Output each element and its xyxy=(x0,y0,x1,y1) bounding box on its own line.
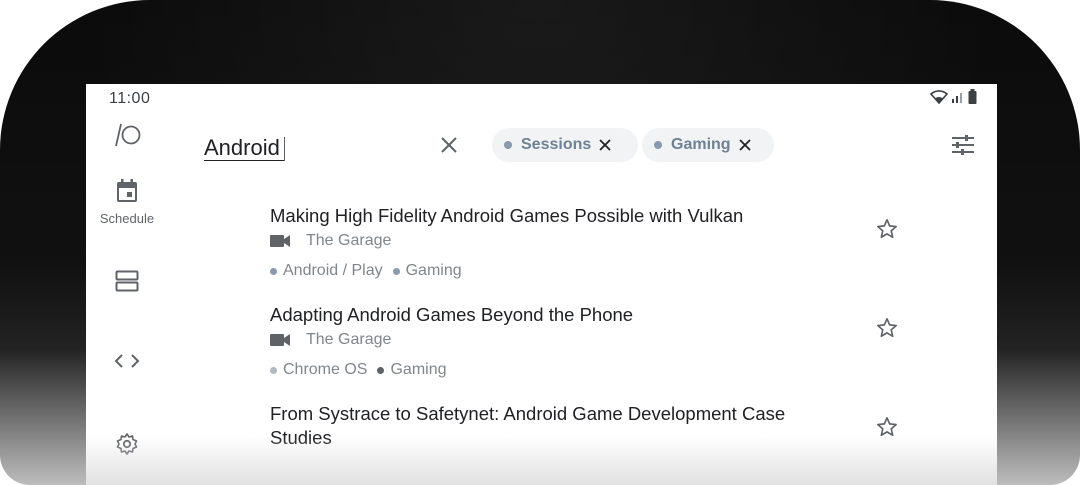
session-item[interactable]: From Systrace to Safetynet: Android Game… xyxy=(86,394,997,485)
filter-chip-gaming[interactable]: Gaming xyxy=(642,128,774,162)
session-room: The Garage xyxy=(270,232,391,250)
tag-dot xyxy=(392,267,400,275)
videocam-icon xyxy=(270,333,290,347)
device-frame: 11:00 Schedule Android Sessions Gaming M… xyxy=(0,0,1080,485)
session-tags: Chrome OS Gaming xyxy=(270,361,457,379)
session-room-label: The Garage xyxy=(306,331,392,348)
signal-icon xyxy=(951,90,965,109)
status-time: 11:00 xyxy=(109,90,151,107)
text-cursor xyxy=(284,137,285,161)
tag: Chrome OS xyxy=(270,361,367,379)
tune-icon xyxy=(951,134,975,161)
tag-dot xyxy=(270,267,277,275)
tag: Android / Play xyxy=(270,262,383,280)
tag-label: Gaming xyxy=(405,262,462,279)
session-title: From Systrace to Safetynet: Android Game… xyxy=(270,403,786,448)
tag-dot xyxy=(270,366,277,374)
chip-dot xyxy=(504,141,512,149)
status-bar: 11:00 xyxy=(86,84,997,112)
clear-search-button[interactable] xyxy=(436,134,462,160)
search-bar: Sessions Gaming xyxy=(204,120,984,176)
io-logo[interactable] xyxy=(86,122,168,153)
app-screen: 11:00 Schedule Android Sessions Gaming M… xyxy=(86,84,997,485)
chip-close-icon[interactable] xyxy=(738,139,751,151)
session-item[interactable]: Making High Fidelity Android Games Possi… xyxy=(86,196,997,295)
chip-label-gaming: Gaming xyxy=(671,136,731,153)
session-title: Adapting Android Games Beyond the Phone xyxy=(270,304,634,325)
status-icons xyxy=(929,89,977,109)
io-logo-icon xyxy=(112,122,142,153)
session-room: The Garage xyxy=(270,331,391,349)
close-icon xyxy=(440,136,458,159)
filter-button[interactable] xyxy=(948,132,978,162)
videocam-icon xyxy=(270,234,290,248)
wifi-icon xyxy=(929,89,949,109)
star-button[interactable] xyxy=(874,416,900,442)
session-title: Making High Fidelity Android Games Possi… xyxy=(270,205,744,226)
session-tags: Android / Play Gaming xyxy=(270,262,472,280)
tag: Gaming xyxy=(377,361,447,379)
star-outline-icon xyxy=(876,416,898,443)
tag-label: Android / Play xyxy=(283,262,383,279)
chip-label-sessions: Sessions xyxy=(521,136,592,153)
star-button[interactable] xyxy=(874,317,900,343)
tag-dot xyxy=(377,366,385,374)
star-outline-icon xyxy=(876,317,898,344)
star-outline-icon xyxy=(876,218,898,245)
session-item[interactable]: Adapting Android Games Beyond the Phone … xyxy=(86,295,997,394)
filter-chip-sessions[interactable]: Sessions xyxy=(492,128,638,162)
chip-dot xyxy=(654,141,662,149)
chip-close-icon[interactable] xyxy=(599,139,611,151)
tag: Gaming xyxy=(392,262,462,280)
tag-label: Chrome OS xyxy=(283,361,368,378)
session-room-label: The Garage xyxy=(306,232,392,249)
star-button[interactable] xyxy=(874,218,900,244)
battery-icon xyxy=(968,89,977,109)
search-underline xyxy=(204,160,284,161)
tag-label: Gaming xyxy=(390,361,447,378)
